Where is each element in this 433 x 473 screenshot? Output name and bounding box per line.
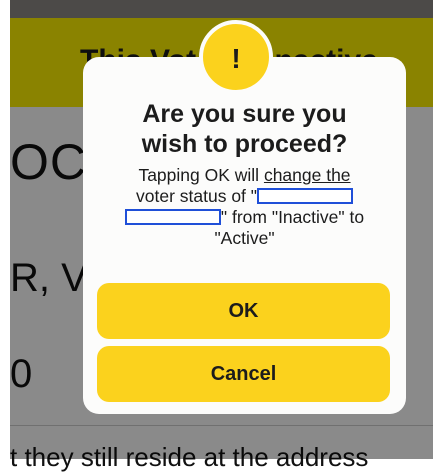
- exclamation-icon: !: [231, 43, 241, 74]
- confirm-dialog: Are you sure you wish to proceed? Tappin…: [83, 57, 406, 414]
- dialog-title-line2: wish to proceed?: [141, 130, 348, 158]
- warning-badge: !: [199, 20, 273, 94]
- message-line2: voter status of ": [83, 186, 406, 207]
- redacted-name-box-2: [124, 209, 221, 225]
- message-line1-a: Tapping OK will: [138, 165, 264, 185]
- message-line2-text: voter status of ": [136, 186, 257, 206]
- dialog-title: Are you sure you wish to proceed?: [83, 99, 406, 159]
- dialog-message: Tapping OK will change the voter status …: [83, 165, 406, 249]
- message-line1-b: change the: [263, 165, 351, 185]
- dialog-title-line1: Are you sure you: [142, 100, 347, 128]
- left-edge: [0, 0, 10, 459]
- message-line3-text: " from "Inactive" to: [220, 207, 365, 227]
- message-line1: Tapping OK will change the: [83, 165, 406, 186]
- message-line4: "Active": [214, 228, 275, 248]
- ok-button[interactable]: OK: [97, 283, 390, 339]
- redacted-name-box-1: [257, 188, 353, 204]
- cancel-button[interactable]: Cancel: [97, 346, 390, 402]
- message-line3: " from "Inactive" to: [83, 207, 406, 228]
